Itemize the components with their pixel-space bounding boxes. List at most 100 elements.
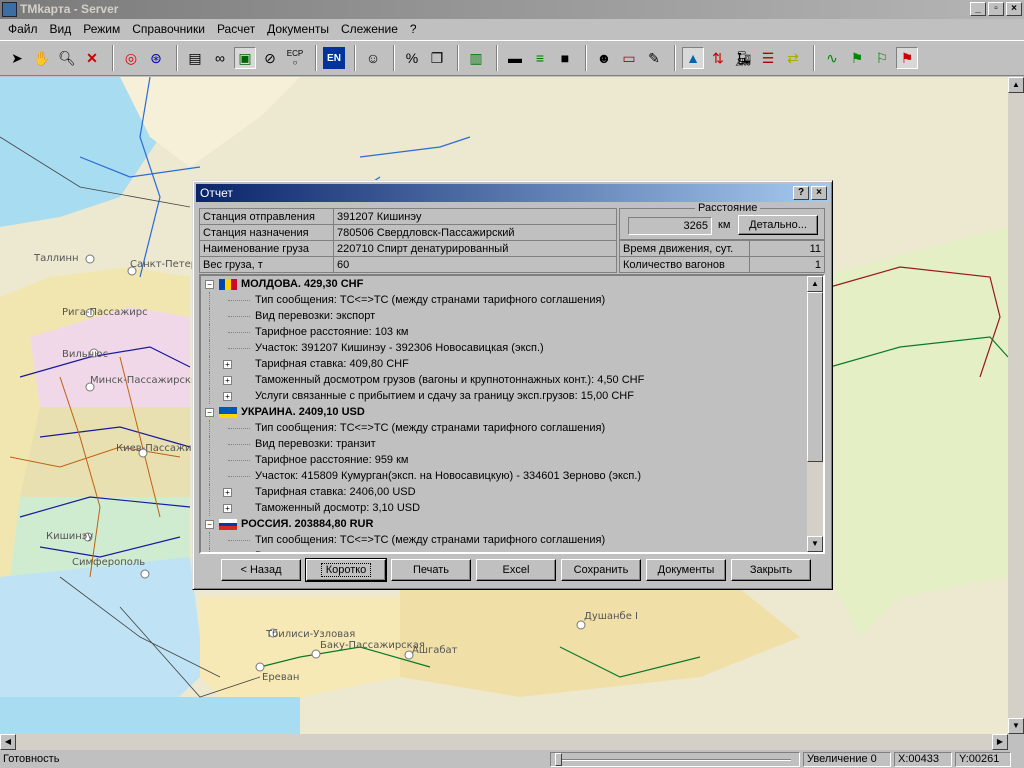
swap-icon[interactable]: ⇄ (782, 47, 804, 69)
tree-row-text: Тарифная ставка: 2406,00 USD (255, 486, 416, 498)
tree-country-row[interactable]: − УКРАИНА. 2409,10 USD (201, 404, 807, 420)
tree-item[interactable]: Тип сообщения: ТС<=>ТС (между странами т… (201, 420, 807, 436)
ecp-icon[interactable]: ECP ○ (284, 47, 306, 69)
map-select-icon[interactable]: ▣ (234, 47, 256, 69)
expand-icon[interactable]: + (223, 504, 232, 513)
tree-item[interactable]: + Тарифная ставка: 409,80 CHF (201, 356, 807, 372)
info-label: Время движения, сут. (619, 240, 750, 257)
menu-item-0[interactable]: Файл (2, 22, 44, 36)
short-button[interactable]: Коротко (305, 558, 387, 582)
book-icon[interactable]: ▬ (504, 47, 526, 69)
flag-route2-icon[interactable]: ⚐ (871, 47, 893, 69)
flag-pin-icon[interactable]: ⚑ (896, 47, 918, 69)
tree-country-row[interactable]: − МОЛДОВА. 429,30 CHF (201, 276, 807, 292)
map-vertical-scrollbar[interactable]: ▲ ▼ (1008, 77, 1024, 734)
collapse-icon[interactable]: − (205, 408, 214, 417)
zoom-slider-thumb[interactable] (555, 752, 562, 766)
zoom-slider[interactable] (550, 751, 800, 767)
minimize-button[interactable]: _ (970, 2, 986, 16)
tree-item[interactable]: Участок: 415809 Кумурган(эксп. на Новоса… (201, 468, 807, 484)
expand-icon[interactable]: + (223, 360, 232, 369)
menu-item-2[interactable]: Режим (77, 22, 126, 36)
tree-item[interactable]: + Тарифная ставка: 2406,00 USD (201, 484, 807, 500)
tree-item[interactable]: Тип сообщения: ТС<=>ТС (между странами т… (201, 292, 807, 308)
toolbar: ➤ ✋ 🔍︎ ✕ ◎ ⊛ ▤ ∞ ▣ ⊘ ECP ○ EN ☺ % ❐ ▥ ▬ ≡… (0, 40, 1024, 76)
copy-icon[interactable]: ❐ (426, 47, 448, 69)
info-value: 780506 Свердловск-Пассажирский (333, 224, 617, 241)
dialog-close-button[interactable]: × (811, 186, 827, 200)
tree-item[interactable]: Вид перевозки: экспорт (201, 308, 807, 324)
box-icon[interactable]: ■ (554, 47, 576, 69)
zoom-level: Увеличение 0 (803, 751, 891, 767)
target-icon[interactable]: ◎ (120, 47, 142, 69)
compass-icon[interactable]: ⊛ (145, 47, 167, 69)
hand-icon[interactable]: ✋ (31, 47, 53, 69)
tree-item[interactable]: Вид перевозки: импорт (201, 548, 807, 552)
rails-icon[interactable]: ☰ (757, 47, 779, 69)
details-button[interactable]: Детально... (738, 215, 818, 235)
tree-item[interactable]: Тарифное расстояние: 103 км (201, 324, 807, 340)
expand-icon[interactable]: + (223, 488, 232, 497)
tree-item[interactable]: Тип сообщения: ТС<=>ТС (между странами т… (201, 532, 807, 548)
tree-item[interactable]: Тарифное расстояние: 959 км (201, 452, 807, 468)
tree-item[interactable]: Участок: 391207 Кишинэу - 392306 Новосав… (201, 340, 807, 356)
en-icon[interactable]: EN (323, 47, 345, 69)
tree-scroll-up-button[interactable]: ▲ (807, 276, 823, 292)
triangle-icon[interactable]: ▲ (682, 47, 704, 69)
tree-item[interactable]: + Услуги связанные с прибытием и сдачу за… (201, 388, 807, 404)
tariff-tree[interactable]: − МОЛДОВА. 429,30 CHF Тип сообщения: ТС<=>… (199, 274, 825, 554)
zoom-icon[interactable]: 🔍︎ (56, 47, 78, 69)
wave-icon[interactable]: ∿ (821, 47, 843, 69)
delete-icon[interactable]: ✕ (81, 47, 103, 69)
map-horizontal-scrollbar[interactable]: ◀ ▶ (0, 734, 1008, 750)
form-icon[interactable]: ▤ (184, 47, 206, 69)
print-button[interactable]: Печать (391, 559, 471, 581)
arrows-updown-icon[interactable]: ⇅ (707, 47, 729, 69)
expand-icon[interactable]: + (223, 392, 232, 401)
expand-icon[interactable]: + (223, 376, 232, 385)
train-car-icon[interactable]: ▭ (618, 47, 640, 69)
percent-icon[interactable]: % (401, 47, 423, 69)
menu-item-5[interactable]: Документы (261, 22, 335, 36)
collapse-icon[interactable]: − (205, 280, 214, 289)
tree-scroll-down-button[interactable]: ▼ (807, 536, 823, 552)
documents-button[interactable]: Документы (646, 559, 726, 581)
route-icon[interactable]: ⊘ (259, 47, 281, 69)
menu-item-3[interactable]: Справочники (126, 22, 211, 36)
menu-item-7[interactable]: ? (404, 22, 423, 36)
tree-item[interactable]: Вид перевозки: транзит (201, 436, 807, 452)
scroll-right-button[interactable]: ▶ (992, 734, 1008, 750)
books-icon[interactable]: ≡ (529, 47, 551, 69)
app-icon (2, 2, 17, 17)
arrow-icon[interactable]: ➤ (6, 47, 28, 69)
help-button[interactable]: ? (793, 186, 809, 200)
money-icon[interactable]: ▥ (465, 47, 487, 69)
tree-scrollbar[interactable]: ▲ ▼ (807, 276, 823, 552)
collapse-icon[interactable]: − (205, 520, 214, 529)
flag-route-icon[interactable]: ⚑ (846, 47, 868, 69)
excel-button[interactable]: Excel (476, 559, 556, 581)
save-button[interactable]: Сохранить (561, 559, 641, 581)
close-button[interactable]: × (1006, 2, 1022, 16)
menu-item-6[interactable]: Слежение (335, 22, 404, 36)
agent-icon[interactable]: ☺ (362, 47, 384, 69)
scroll-down-button[interactable]: ▼ (1008, 718, 1024, 734)
menu-item-1[interactable]: Вид (44, 22, 78, 36)
menu-item-4[interactable]: Расчет (211, 22, 261, 36)
close-dialog-button[interactable]: Закрыть (731, 559, 811, 581)
tree-scroll-thumb[interactable] (807, 292, 823, 462)
person-icon[interactable]: ☻ (593, 47, 615, 69)
tree-country-row[interactable]: − РОССИЯ. 203884,80 RUR (201, 516, 807, 532)
note-icon[interactable]: ✎ (643, 47, 665, 69)
scroll-left-button[interactable]: ◀ (0, 734, 16, 750)
scroll-up-button[interactable]: ▲ (1008, 77, 1024, 93)
tree-item[interactable]: + Таможенный досмотром грузов (вагоны и к… (201, 372, 807, 388)
binoculars-icon[interactable]: ∞ (209, 47, 231, 69)
locomotive-icon[interactable]: 🚂︎ (732, 47, 754, 69)
info-value: 11 (749, 240, 825, 257)
tree-item[interactable]: + Таможенный досмотр: 3,10 USD (201, 500, 807, 516)
back-button[interactable]: < Назад (221, 559, 301, 581)
distance-label: Расстояние (695, 202, 761, 214)
maximize-button[interactable]: ▫ (988, 2, 1004, 16)
city-label: Минск-Пассажирски (90, 375, 197, 386)
